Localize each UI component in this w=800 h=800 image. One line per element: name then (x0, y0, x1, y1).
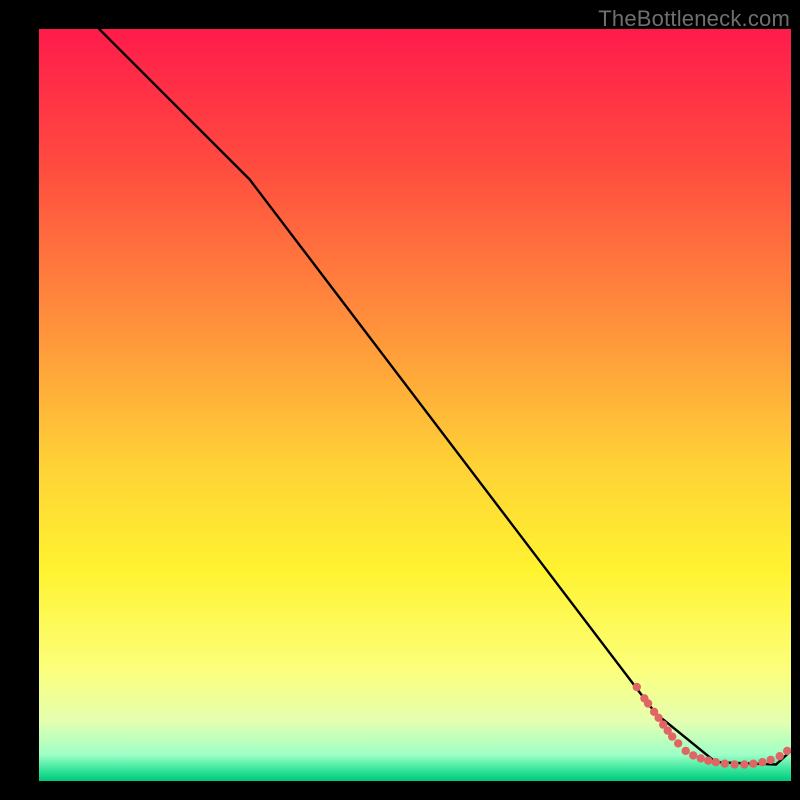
bottleneck-chart (39, 29, 791, 781)
data-point (730, 760, 738, 768)
data-point (644, 699, 652, 707)
chart-frame (39, 29, 791, 781)
data-point (721, 760, 729, 768)
gradient-background (39, 29, 791, 781)
data-point (689, 751, 697, 759)
data-point (674, 739, 682, 747)
data-point (749, 760, 757, 768)
data-point (776, 752, 784, 760)
data-point (633, 683, 641, 691)
data-point (740, 760, 748, 768)
data-point (758, 758, 766, 766)
data-point (704, 757, 712, 765)
data-point (697, 754, 705, 762)
data-point (682, 747, 690, 755)
data-point (668, 732, 676, 740)
data-point (654, 714, 662, 722)
data-point (712, 758, 720, 766)
data-point (767, 756, 775, 764)
